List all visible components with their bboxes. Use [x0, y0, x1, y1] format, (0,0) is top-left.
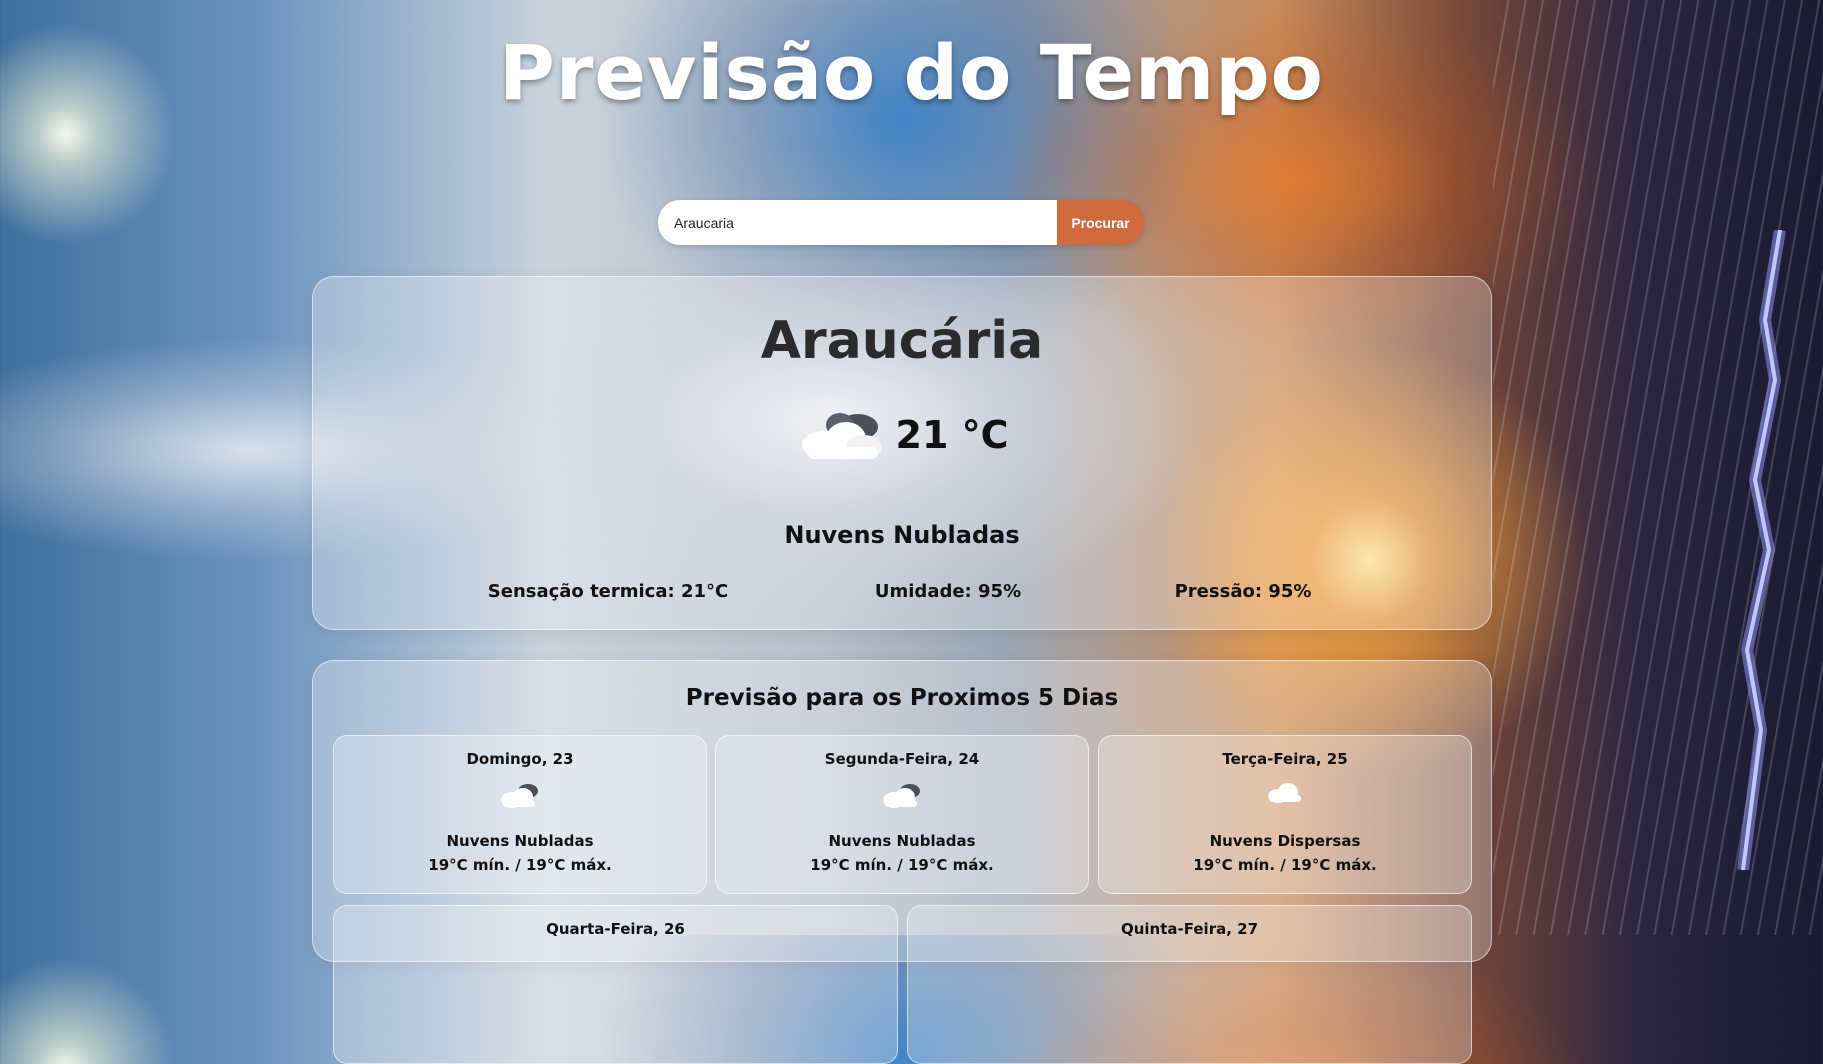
page-title: Previsão do Tempo	[499, 28, 1324, 117]
forecast-day: Quarta-Feira, 26	[333, 905, 898, 1064]
day-name: Domingo, 23	[466, 750, 574, 768]
temperature-value: 21 °C	[895, 413, 1009, 457]
day-temp-range: 19°C mín. / 19°C máx.	[428, 856, 612, 874]
day-name: Quinta-Feira, 27	[1120, 920, 1259, 938]
rain-streaks	[1493, 0, 1823, 935]
forecast-day: Segunda-Feira, 24 Nuvens Nubladas 19°C m…	[715, 735, 1089, 894]
humidity: Umidade: 95%	[874, 581, 1022, 602]
forecast-card: Previsão para os Proximos 5 Dias Domingo…	[312, 660, 1492, 1064]
day-name: Quarta-Feira, 26	[546, 920, 685, 938]
forecast-day: Terça-Feira, 25 Nuvens Dispersas 19°C mí…	[1098, 735, 1472, 894]
current-weather-card: Araucária 21 °C Nuvens Nubladas Sensação…	[312, 276, 1492, 630]
cloud-icon	[1268, 783, 1301, 803]
day-name: Terça-Feira, 25	[1222, 750, 1348, 768]
cloud-icon	[801, 413, 882, 459]
forecast-day: Domingo, 23 Nuvens Nubladas 19°C mín. / …	[333, 735, 707, 894]
city-name: Araucária	[760, 311, 1044, 371]
pressure: Pressão: 95%	[1174, 581, 1312, 602]
day-temp-range: 19°C mín. / 19°C máx.	[1193, 856, 1377, 874]
day-description: Nuvens Nubladas	[446, 832, 594, 850]
day-name: Segunda-Feira, 24	[824, 750, 980, 768]
city-search-input[interactable]	[658, 200, 1057, 245]
lightning-bolt	[1737, 230, 1786, 870]
search-button[interactable]: Procurar	[1057, 200, 1144, 245]
forecast-title: Previsão para os Proximos 5 Dias	[685, 685, 1119, 711]
feels-like: Sensação termica: 21°C	[487, 581, 729, 602]
temperature-row: 21 °C	[313, 405, 1491, 465]
day-temp-range: 19°C mín. / 19°C máx.	[810, 856, 994, 874]
forecast-day: Quinta-Feira, 27	[907, 905, 1472, 1064]
day-description: Nuvens Nubladas	[828, 832, 976, 850]
overcast-cloud-icon	[883, 784, 920, 808]
day-description: Nuvens Dispersas	[1209, 832, 1361, 850]
weather-description: Nuvens Nubladas	[784, 521, 1020, 549]
overcast-cloud-icon	[501, 784, 538, 808]
search-bar: Procurar	[658, 200, 1144, 245]
